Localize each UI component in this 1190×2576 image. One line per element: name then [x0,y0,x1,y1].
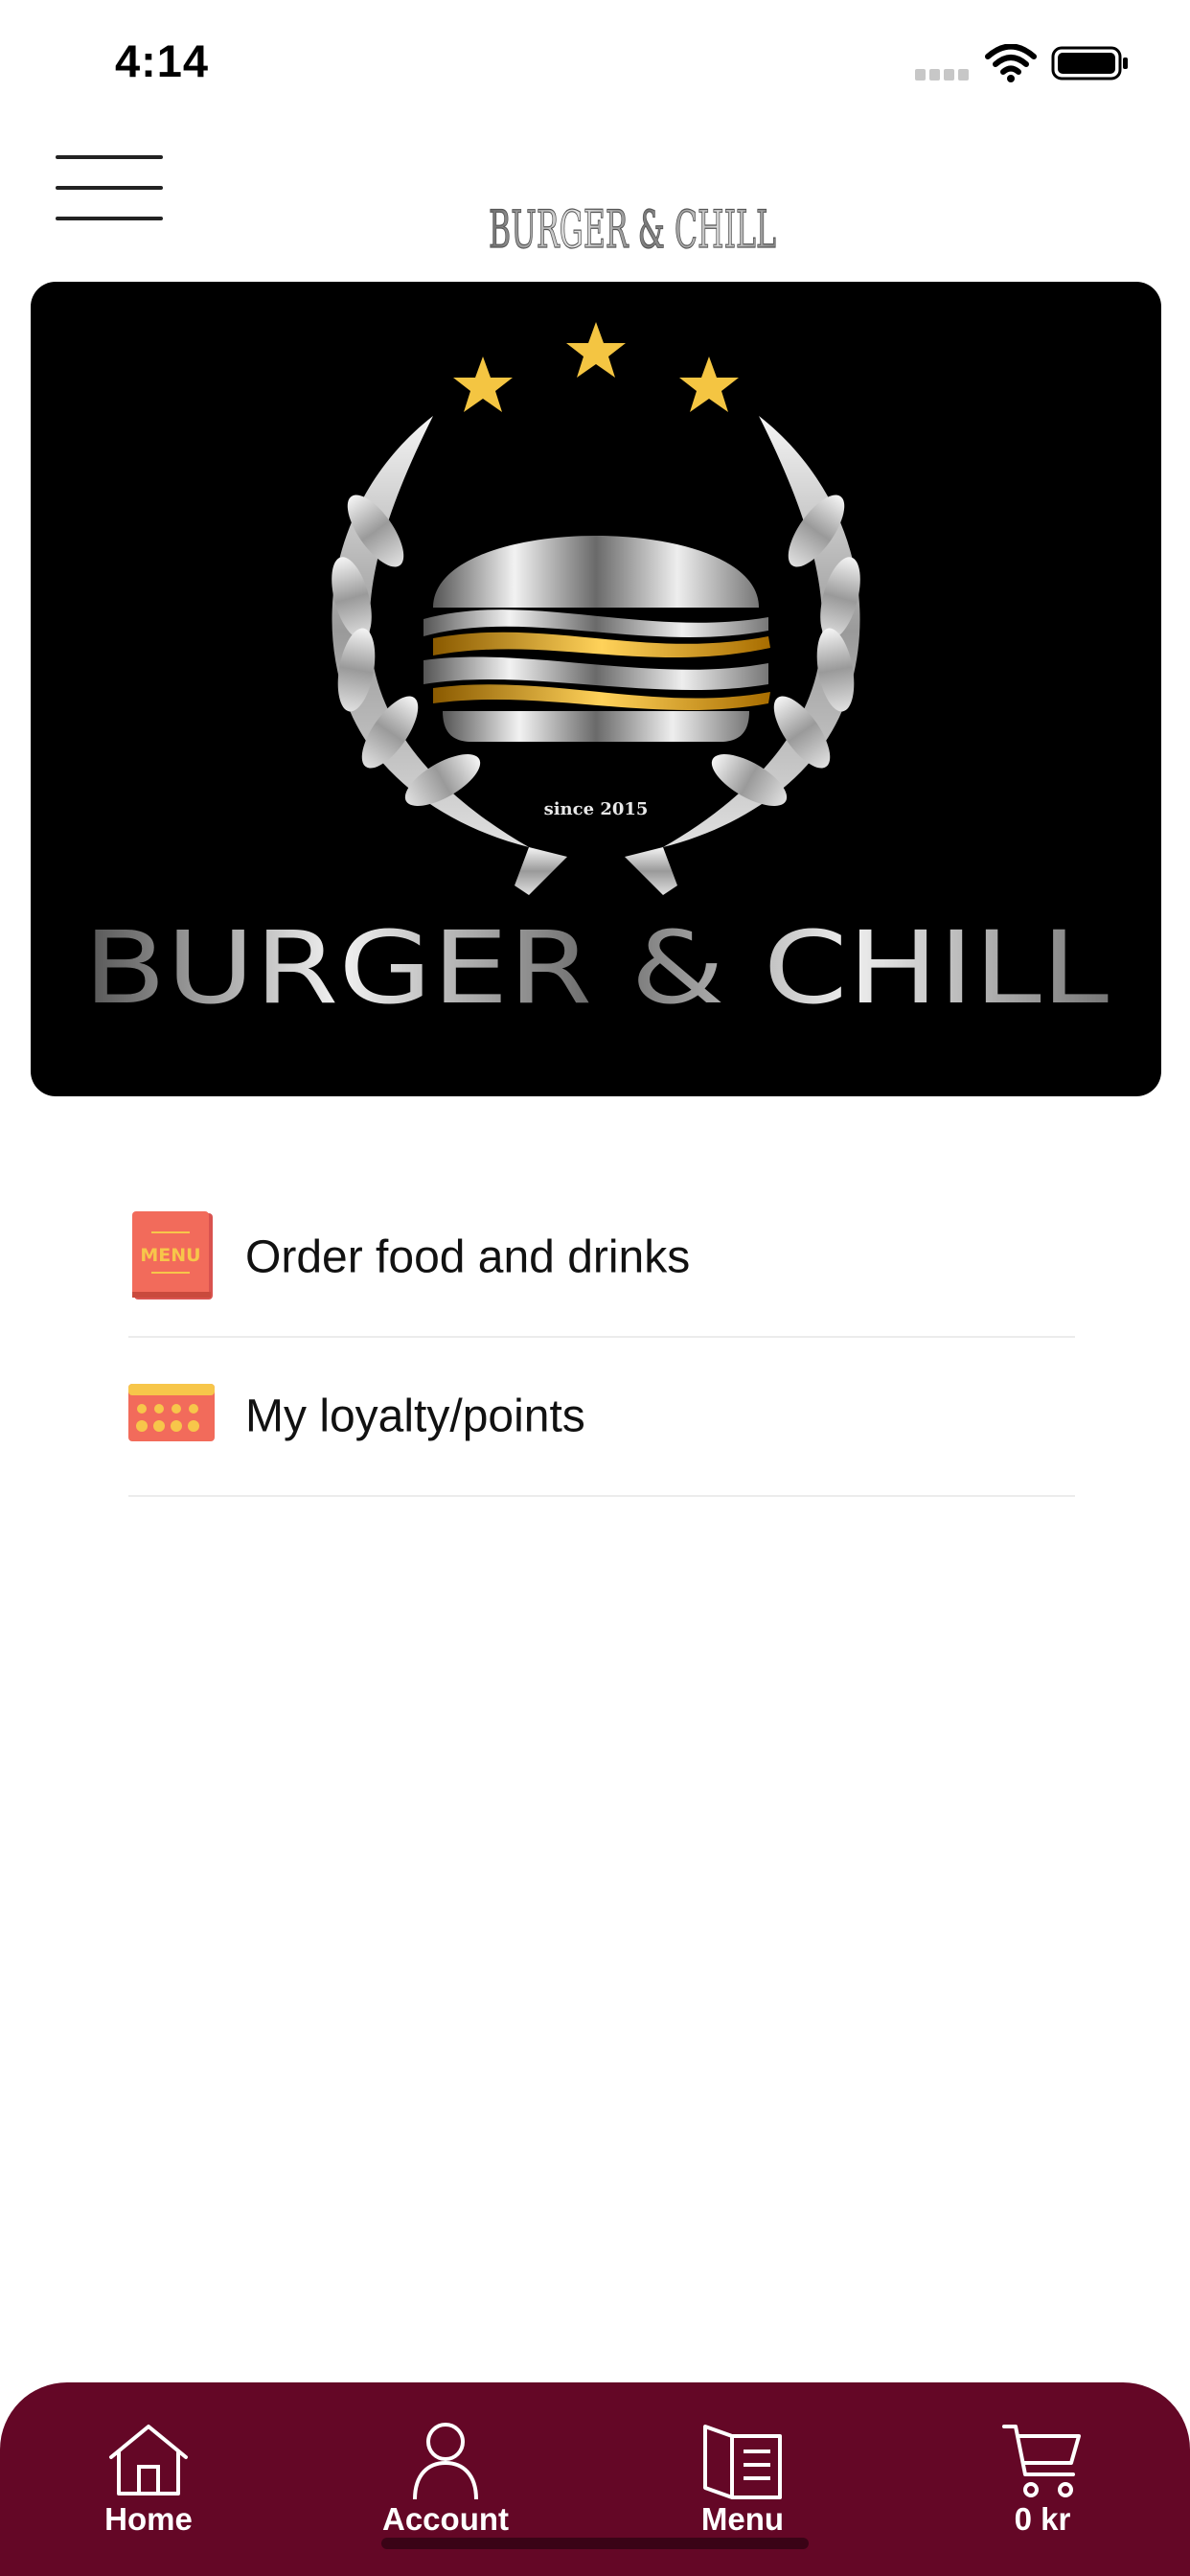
tab-home[interactable]: Home [24,2382,273,2576]
loyalty-points-label: My loyalty/points [245,1391,585,1442]
burger-logo-graphic: since 2015 BURGER & CHILL [83,322,1109,1026]
loyalty-points-button[interactable]: My loyalty/points [128,1338,1075,1497]
tab-cart-label: 0 kr [1014,2501,1071,2537]
menu-icon [703,2425,782,2499]
stars-icon [453,322,739,412]
loyalty-card-icon [128,1384,215,1441]
battery-icon [1051,46,1128,80]
status-bar: 4:14 [0,0,1190,125]
signal-icon [915,69,969,80]
hero-brand-text: BURGER & CHILL [83,909,1109,1026]
account-icon [413,2423,478,2500]
hero-banner: since 2015 BURGER & CHILL [31,282,1161,1096]
action-list: MENU Order food and drinks My loyalty/po… [128,1179,1075,1497]
brand-logo: BURGER & CHILL [488,198,776,249]
nav-bar: BURGER & CHILL [0,125,1190,278]
hamburger-menu-icon[interactable] [56,155,163,220]
cart-icon [1002,2425,1081,2497]
tab-cart[interactable]: 0 kr [918,2382,1167,2576]
wifi-icon [985,44,1037,82]
tab-home-label: Home [104,2501,193,2537]
order-food-button[interactable]: MENU Order food and drinks [128,1179,1075,1338]
menu-book-icon: MENU [132,1211,213,1300]
svg-text:MENU: MENU [140,1245,200,1266]
tab-account-label: Account [382,2501,509,2537]
tab-menu-label: Menu [700,2501,785,2537]
burger-icon [423,536,770,742]
home-icon [109,2425,188,2496]
since-text: since 2015 [544,799,649,819]
brand-logo-text: BURGER & CHILL [489,199,776,249]
status-time: 4:14 [115,35,210,86]
home-indicator[interactable] [381,2538,809,2549]
laurel-wreath-icon [332,416,860,895]
order-food-label: Order food and drinks [245,1231,691,1283]
